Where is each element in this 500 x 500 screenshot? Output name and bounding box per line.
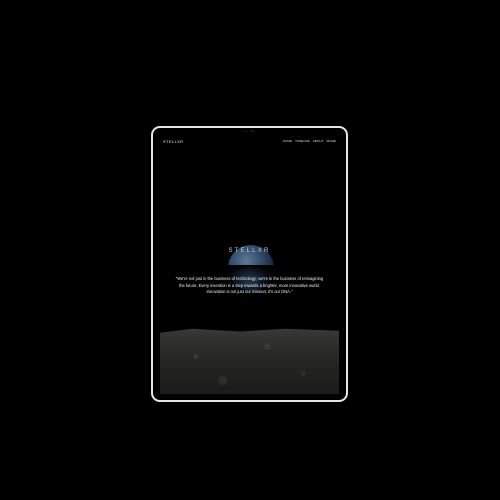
tablet-frame: STELLXR HOME TIMELINE ABOUT MORE STELLXR… bbox=[151, 126, 348, 402]
nav-item-about[interactable]: ABOUT bbox=[313, 139, 324, 143]
moon-surface-image bbox=[160, 328, 339, 394]
nav-item-timeline[interactable]: TIMELINE bbox=[295, 139, 310, 143]
nav-item-more[interactable]: MORE bbox=[327, 139, 336, 143]
quote-line: Innovation is not just our mission; it's… bbox=[206, 289, 293, 294]
background: STELLXR HOME TIMELINE ABOUT MORE STELLXR… bbox=[0, 0, 500, 500]
hero-quote: "We're not just in the business of techn… bbox=[164, 276, 335, 296]
quote-line: "We're not just in the business of techn… bbox=[175, 276, 324, 281]
site-logo[interactable]: STELLXR bbox=[163, 139, 184, 144]
hero-brand-title: STELLXR bbox=[228, 248, 271, 254]
nav-item-home[interactable]: HOME bbox=[283, 139, 292, 143]
top-navigation: STELLXR HOME TIMELINE ABOUT MORE bbox=[163, 137, 336, 145]
tablet-screen: STELLXR HOME TIMELINE ABOUT MORE STELLXR… bbox=[160, 132, 339, 394]
nav-menu: HOME TIMELINE ABOUT MORE bbox=[283, 139, 336, 143]
